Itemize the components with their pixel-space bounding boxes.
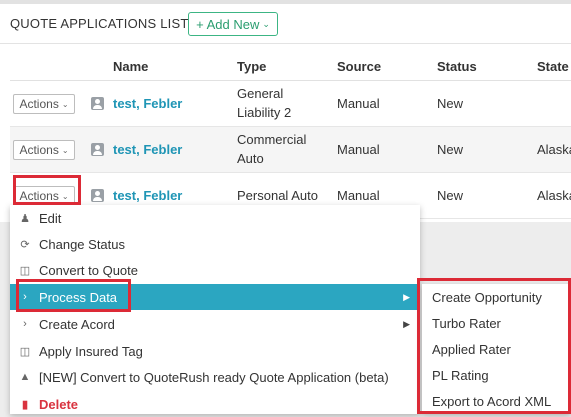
add-new-button[interactable]: + Add New ⌄ <box>188 12 278 36</box>
submenu-arrow-icon: ▶ <box>403 291 410 302</box>
highlight-actions-box <box>13 175 81 205</box>
person-icon <box>91 97 104 110</box>
menu-item-label: Change Status <box>39 236 126 252</box>
top-border <box>0 0 571 4</box>
divider <box>0 43 571 44</box>
tag-icon: ◫ <box>19 264 31 277</box>
menu-item-label: [NEW] Convert to QuoteRush ready Quote A… <box>39 369 389 385</box>
menu-item-delete[interactable]: ▮ Delete <box>10 391 420 417</box>
status-cell: New <box>437 96 464 111</box>
shapes-icon: ▲ <box>19 371 31 383</box>
column-header-status[interactable]: Status <box>437 59 477 74</box>
column-header-name[interactable]: Name <box>113 59 148 74</box>
menu-item-create-acord[interactable]: › Create Acord ▶ <box>10 311 420 337</box>
source-cell: Manual <box>337 188 380 203</box>
menu-item-label: Create Acord <box>39 316 115 332</box>
type-line: Commercial <box>237 132 307 147</box>
tag-icon: ◫ <box>19 345 31 358</box>
user-edit-icon: ♟ <box>20 212 30 225</box>
refresh-icon: ⟳ <box>20 238 30 251</box>
chevron-down-icon: ⌄ <box>61 99 69 109</box>
source-cell: Manual <box>337 96 380 111</box>
type-line: General <box>237 86 284 101</box>
menu-item-label: Edit <box>39 210 62 226</box>
highlight-submenu-box <box>417 278 571 414</box>
type-cell: General Liability 2 <box>237 84 291 122</box>
insured-name-link[interactable]: test, Febler <box>113 142 182 157</box>
actions-label: Actions <box>19 143 59 157</box>
type-cell: Personal Auto <box>237 188 318 203</box>
menu-item-edit[interactable]: ♟ Edit <box>10 205 420 231</box>
table-row: Actions ⌄ test, Febler General Liability… <box>10 81 571 127</box>
column-header-source[interactable]: Source <box>337 59 381 74</box>
actions-label: Actions <box>19 97 59 111</box>
menu-item-label: Apply Insured Tag <box>39 343 143 359</box>
actions-dropdown[interactable]: Actions ⌄ <box>13 140 75 160</box>
actions-dropdown[interactable]: Actions ⌄ <box>13 94 75 114</box>
table-header: Name Type Source Status State <box>10 50 571 81</box>
submenu-arrow-icon: ▶ <box>403 318 410 329</box>
chevron-down-icon: ⌄ <box>262 18 270 29</box>
status-cell: New <box>437 188 464 203</box>
person-icon <box>91 143 104 156</box>
person-icon <box>91 189 104 202</box>
table-row: Actions ⌄ test, Febler Commercial Auto M… <box>10 127 571 173</box>
highlight-process-data-box <box>16 279 131 312</box>
menu-item-convert-to-quoterush[interactable]: ▲ [NEW] Convert to QuoteRush ready Quote… <box>10 364 420 390</box>
menu-item-label: Delete <box>39 396 79 412</box>
status-cell: New <box>437 142 464 157</box>
state-cell: Alaska <box>537 142 571 157</box>
source-cell: Manual <box>337 142 380 157</box>
menu-item-change-status[interactable]: ⟳ Change Status <box>10 231 420 257</box>
insured-name-link[interactable]: test, Febler <box>113 96 182 111</box>
column-header-state[interactable]: State <box>537 59 569 74</box>
menu-item-label: Convert to Quote <box>39 262 138 278</box>
quote-applications-panel: QUOTE APPLICATIONS LIST + Add New ⌄ Name… <box>0 0 571 222</box>
type-line: Auto <box>237 151 264 166</box>
chevron-right-icon: › <box>23 318 27 330</box>
state-cell: Alaska <box>537 188 571 203</box>
add-new-label: + Add New <box>196 16 260 32</box>
type-line: Liability 2 <box>237 105 292 120</box>
panel-title: QUOTE APPLICATIONS LIST <box>10 16 189 31</box>
menu-item-apply-insured-tag[interactable]: ◫ Apply Insured Tag <box>10 338 420 364</box>
insured-name-link[interactable]: test, Febler <box>113 188 182 203</box>
trash-icon: ▮ <box>21 398 29 411</box>
column-header-type[interactable]: Type <box>237 59 266 74</box>
type-cell: Commercial Auto <box>237 130 306 168</box>
chevron-down-icon: ⌄ <box>61 145 69 155</box>
